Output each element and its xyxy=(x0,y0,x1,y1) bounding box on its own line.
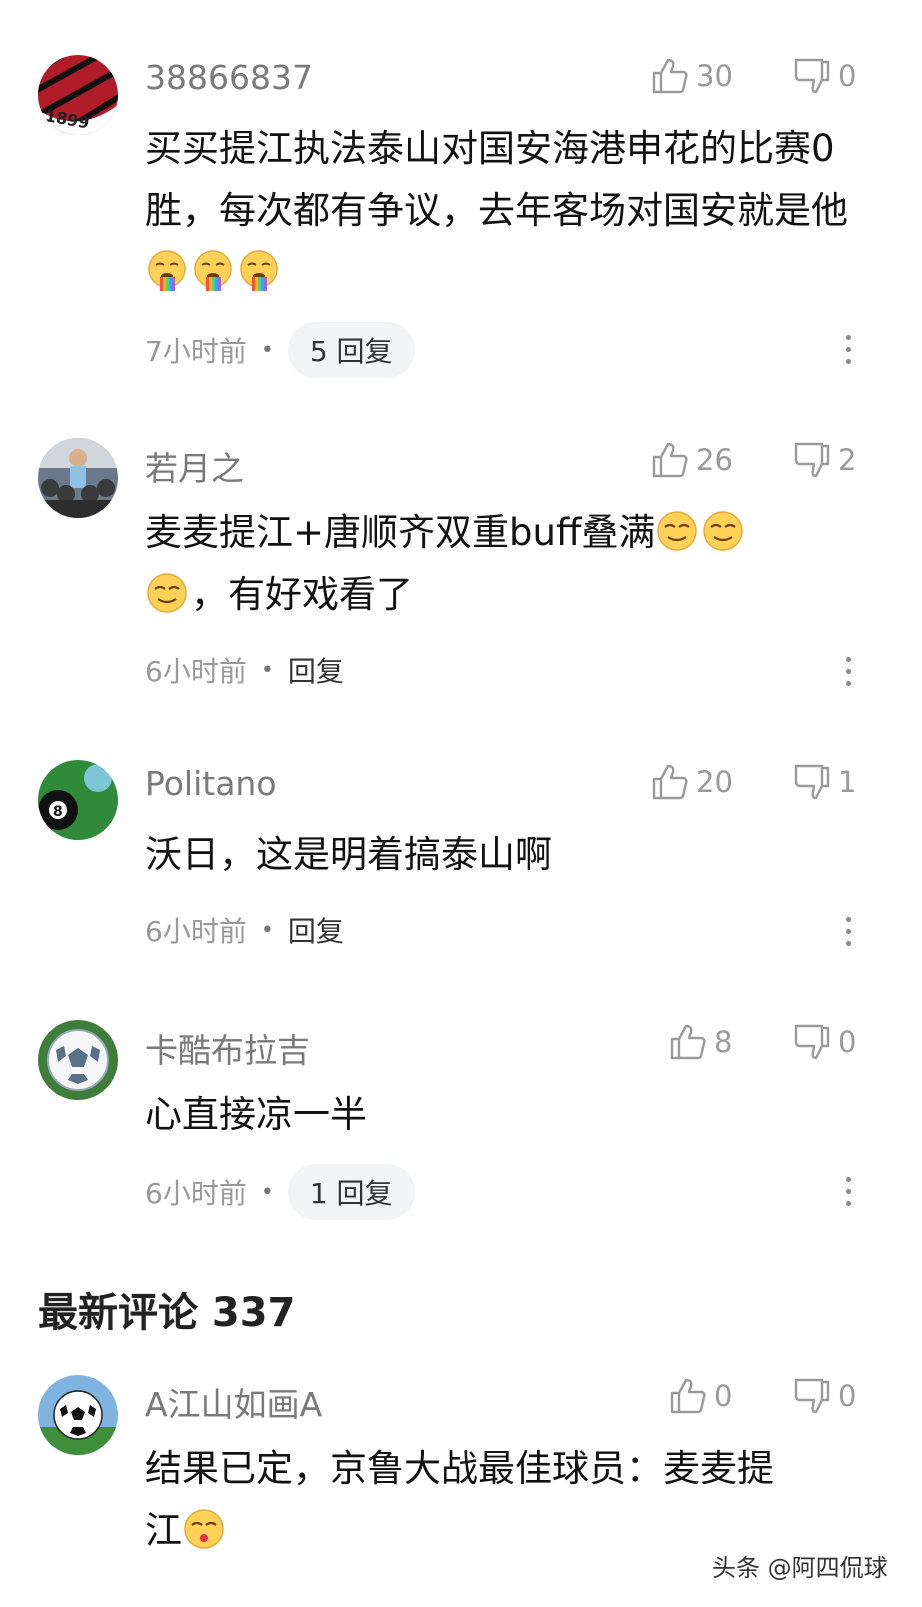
reply-button[interactable]: 1 回复 xyxy=(287,1164,415,1220)
avatar[interactable] xyxy=(38,1375,118,1455)
thumb-down-icon xyxy=(792,440,832,480)
comment-meta: 6小时前 • 回复 xyxy=(145,650,344,690)
comment-text: 麦麦提江+唐顺齐双重buff叠满 ，有好戏看了 xyxy=(145,502,865,626)
comment-text: 沃日，这是明着搞泰山啊 xyxy=(145,833,552,876)
dislike-button[interactable]: 1 xyxy=(792,762,856,802)
thumb-down-icon xyxy=(792,56,832,96)
like-button[interactable]: 0 xyxy=(668,1376,732,1416)
avatar[interactable]: 8 xyxy=(38,760,118,840)
comment-meta: 6小时前 • 回复 xyxy=(145,910,344,950)
timestamp: 6小时前 xyxy=(145,1177,247,1210)
reply-button[interactable]: 回复 xyxy=(288,910,344,950)
like-button[interactable]: 8 xyxy=(668,1022,732,1062)
like-count: 8 xyxy=(714,1025,733,1059)
avatar[interactable]: 1899 xyxy=(38,55,118,135)
svg-text:8: 8 xyxy=(53,804,63,820)
username[interactable]: 若月之 xyxy=(145,442,244,490)
username[interactable]: 38866837 xyxy=(145,58,313,97)
thumb-up-icon xyxy=(650,762,690,802)
avatar[interactable] xyxy=(38,438,118,518)
like-count: 30 xyxy=(696,59,733,93)
comment-text: 结果已定，京鲁大战最佳球员：麦麦提江 xyxy=(145,1447,774,1552)
more-options-icon[interactable] xyxy=(838,335,858,369)
like-count: 0 xyxy=(714,1379,733,1413)
username[interactable]: 卡酷布拉吉 xyxy=(145,1024,310,1072)
smirk-emoji-icon xyxy=(701,509,745,553)
thumb-down-icon xyxy=(792,1376,832,1416)
latest-comments-heading: 最新评论 337 xyxy=(38,1290,296,1336)
more-options-icon[interactable] xyxy=(838,1177,858,1211)
kiss-emoji-icon xyxy=(182,1507,226,1551)
separator-dot: • xyxy=(260,917,274,943)
vomit-rainbow-emoji-icon xyxy=(237,249,281,293)
avatar[interactable] xyxy=(38,1020,118,1100)
thumb-down-icon xyxy=(792,762,832,802)
dislike-button[interactable]: 0 xyxy=(792,1022,856,1062)
like-count: 26 xyxy=(696,443,733,477)
dislike-button[interactable]: 2 xyxy=(792,440,856,480)
dislike-count: 1 xyxy=(838,765,857,799)
username[interactable]: A江山如画A xyxy=(145,1378,322,1426)
like-button[interactable]: 26 xyxy=(650,440,733,480)
dislike-button[interactable]: 0 xyxy=(792,1376,856,1416)
dislike-button[interactable]: 0 xyxy=(792,56,856,96)
comment-text: 心直接凉一半 xyxy=(145,1093,367,1136)
timestamp: 6小时前 xyxy=(145,915,247,948)
like-button[interactable]: 30 xyxy=(650,56,733,96)
smirk-emoji-icon xyxy=(145,571,189,615)
timestamp: 7小时前 xyxy=(145,335,247,368)
timestamp: 6小时前 xyxy=(145,655,247,688)
separator-dot: • xyxy=(260,337,274,363)
vomit-rainbow-emoji-icon xyxy=(145,249,189,293)
dislike-count: 2 xyxy=(838,443,857,477)
reply-button[interactable]: 回复 xyxy=(288,650,344,690)
more-options-icon[interactable] xyxy=(838,917,858,951)
thumb-down-icon xyxy=(792,1022,832,1062)
like-count: 20 xyxy=(696,765,733,799)
dislike-count: 0 xyxy=(838,1379,857,1413)
thumb-up-icon xyxy=(668,1376,708,1416)
comment-meta: 7小时前 • 5 回复 xyxy=(145,322,415,378)
separator-dot: • xyxy=(260,1179,274,1205)
reply-button[interactable]: 5 回复 xyxy=(287,322,415,378)
smirk-emoji-icon xyxy=(655,509,699,553)
thumb-up-icon xyxy=(650,56,690,96)
thumb-up-icon xyxy=(668,1022,708,1062)
watermark: 头条 @阿四侃球 xyxy=(712,1554,888,1582)
separator-dot: • xyxy=(260,657,274,683)
comment-meta: 6小时前 • 1 回复 xyxy=(145,1164,415,1220)
thumb-up-icon xyxy=(650,440,690,480)
like-button[interactable]: 20 xyxy=(650,762,733,802)
more-options-icon[interactable] xyxy=(838,657,858,691)
username[interactable]: Politano xyxy=(145,764,277,803)
dislike-count: 0 xyxy=(838,1025,857,1059)
dislike-count: 0 xyxy=(838,59,857,93)
vomit-rainbow-emoji-icon xyxy=(191,249,235,293)
comment-text: 买买提江执法泰山对国安海港申花的比赛0胜，每次都有争议，去年客场对国安就是他 xyxy=(145,118,865,304)
